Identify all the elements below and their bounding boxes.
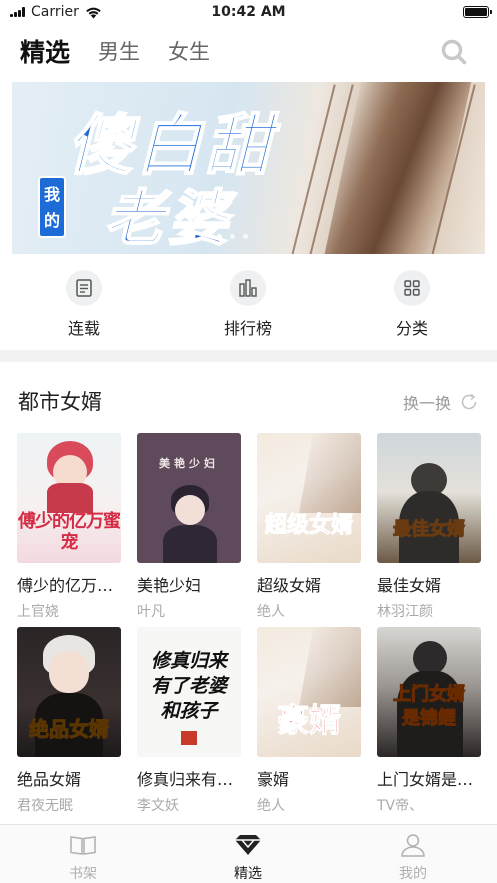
quick-links: 连载 排行榜 分类 (0, 268, 497, 344)
quick-link-label: 分类 (395, 319, 428, 338)
book-author: 绝人 (257, 604, 285, 620)
bar-chart-icon (230, 270, 266, 306)
book-cover: 绝品女婿 (17, 627, 121, 757)
refresh-button[interactable]: 换一换 (403, 390, 479, 414)
book-card[interactable]: 上门女婿是锦鲤 上门女婿是锦鲤 TV帝、 (377, 627, 487, 815)
book-title: 最佳女婿 (377, 576, 442, 595)
tab-female[interactable]: 女生 (168, 36, 210, 66)
book-cover: 美艳少妇 (137, 433, 241, 563)
section-divider (0, 350, 497, 362)
tab-featured-bottom[interactable]: 精选 (208, 833, 288, 883)
status-bar: Carrier 10:42 AM (0, 0, 497, 24)
tab-bookshelf[interactable]: 书架 (43, 833, 123, 883)
book-card[interactable]: 绝品女婿 绝品女婿 君夜无眠 (17, 627, 121, 815)
book-card[interactable]: 美艳少妇 美艳少妇 叶凡 (137, 433, 241, 621)
book-card[interactable]: 超级女婿 超级女婿 绝人 (257, 433, 361, 621)
cover-title: 最佳女婿 (393, 519, 466, 541)
profile-icon (401, 834, 425, 857)
tab-label: 书架 (69, 866, 97, 882)
book-cover: 傅少的亿万蜜宠 (17, 433, 121, 563)
book-title: 修真归来有老婆和孩子 (137, 770, 247, 789)
cover-title: 豪婿 (276, 701, 341, 740)
cover-title: 上门女婿是锦鲤 (393, 684, 466, 730)
page-dot[interactable] (230, 234, 235, 239)
book-cover: 最佳女婿 (377, 433, 481, 563)
book-card[interactable]: 最佳女婿 最佳女婿 林羽江颜 (377, 433, 481, 621)
bookshelf-icon (70, 836, 96, 855)
quick-link-ranking[interactable]: 排行榜 (208, 268, 288, 339)
diamond-icon (235, 835, 261, 855)
quick-link-label: 排行榜 (223, 319, 272, 338)
book-card[interactable]: 傅少的亿万蜜宠 傅少的亿万蜜宠 上官娆 (17, 433, 127, 621)
page-dot[interactable] (217, 234, 222, 239)
tab-label: 精选 (234, 866, 262, 882)
cover-title: 美艳少妇 (159, 457, 219, 470)
book-author: 叶凡 (137, 604, 165, 620)
book-title: 绝品女婿 (17, 770, 82, 789)
book-card[interactable]: 修真归来有了老婆和孩子 修真归来有老婆和孩子 李文妖 (137, 627, 247, 815)
tab-profile[interactable]: 我的 (373, 833, 453, 883)
book-author: TV帝、 (377, 798, 424, 814)
bottom-tab-bar: 书架 精选 我的 (0, 824, 497, 883)
refresh-label: 换一换 (402, 394, 451, 413)
refresh-icon (461, 393, 477, 410)
section-title: 都市女婿 (18, 390, 102, 414)
tab-label: 我的 (399, 866, 427, 882)
book-title: 上门女婿是锦鲤 (377, 770, 487, 789)
book-cover: 上门女婿是锦鲤 (377, 627, 481, 757)
book-author: 林羽江颜 (377, 604, 433, 620)
book-title: 美艳少妇 (137, 576, 202, 595)
banner-carousel[interactable]: 傻白甜 我的 老婆 (12, 82, 485, 254)
quick-link-serial[interactable]: 连载 (44, 268, 124, 339)
tab-featured[interactable]: 精选 (20, 33, 70, 69)
quick-link-label: 连载 (67, 319, 100, 338)
cover-title: 傅少的亿万蜜宠 (18, 511, 121, 553)
tab-male[interactable]: 男生 (98, 36, 140, 66)
banner-artwork (320, 82, 474, 254)
grid-icon (394, 270, 430, 306)
book-title: 豪婿 (257, 770, 290, 789)
cover-title: 超级女婿 (264, 512, 353, 539)
book-cover: 修真归来有了老婆和孩子 (137, 627, 241, 757)
book-cover: 豪婿 (257, 627, 361, 757)
quick-link-category[interactable]: 分类 (372, 268, 452, 339)
book-title: 傅少的亿万蜜宠 (17, 576, 127, 595)
search-icon[interactable] (441, 39, 467, 65)
top-nav: 精选 男生 女生 (0, 28, 497, 78)
book-author: 上官娆 (17, 604, 59, 620)
banner-tag: 我的 (38, 176, 66, 238)
book-list-icon (66, 270, 102, 306)
book-author: 李文妖 (137, 798, 179, 814)
banner-subtitle: 老婆 (103, 183, 232, 254)
cover-title: 修真归来有了老婆和孩子 (150, 650, 227, 722)
banner-page-indicator[interactable] (217, 234, 248, 239)
status-time: 10:42 AM (211, 4, 286, 20)
battery-icon (463, 6, 492, 18)
page-dot[interactable] (243, 234, 248, 239)
book-author: 绝人 (257, 798, 285, 814)
book-author: 君夜无眠 (17, 798, 73, 814)
book-cover: 超级女婿 (257, 433, 361, 563)
cover-title: 绝品女婿 (29, 717, 110, 742)
book-title: 超级女婿 (257, 576, 322, 595)
book-card[interactable]: 豪婿 豪婿 绝人 (257, 627, 361, 815)
